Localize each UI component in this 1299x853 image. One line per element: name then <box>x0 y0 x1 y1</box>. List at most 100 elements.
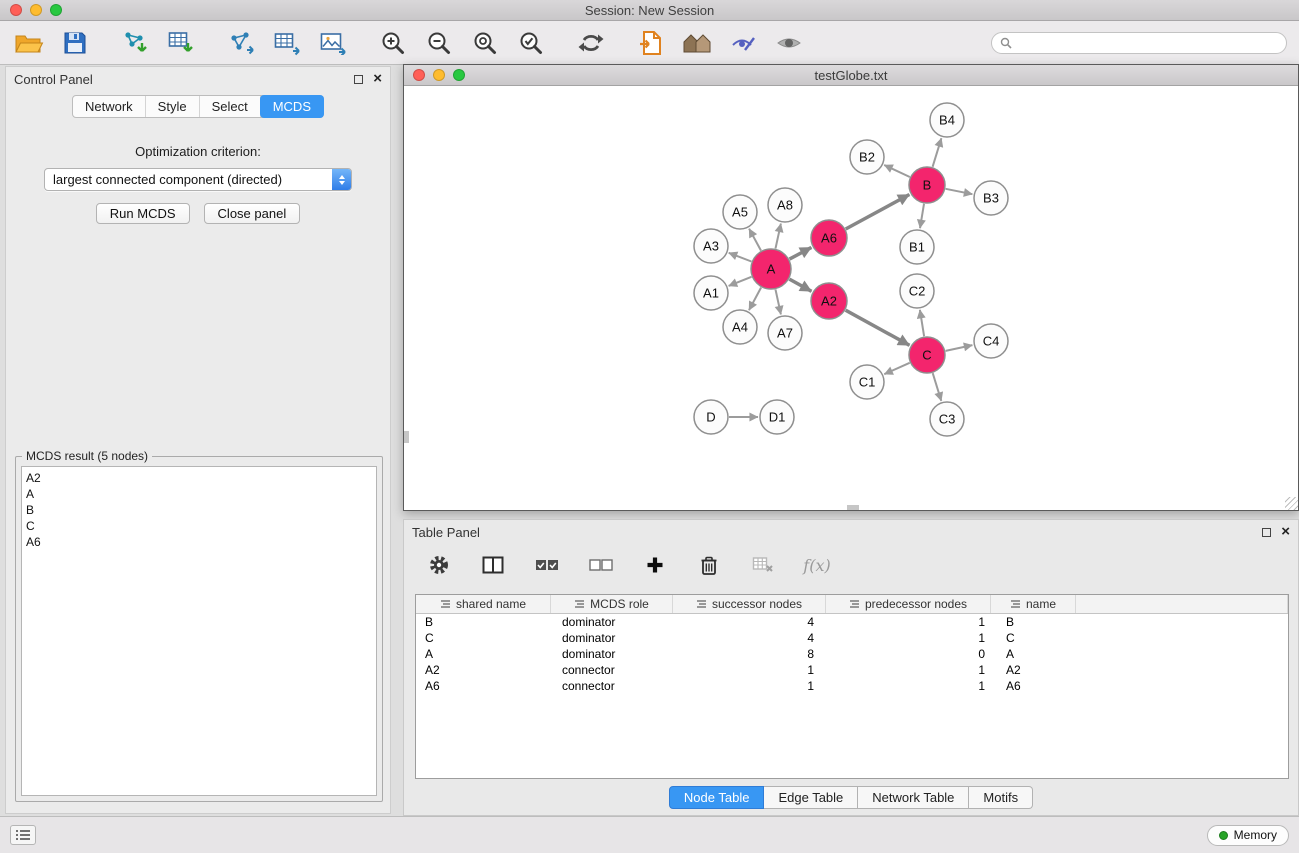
edge-A2-C[interactable] <box>846 310 910 345</box>
node-A1[interactable]: A1 <box>694 276 728 310</box>
table-row[interactable]: A2connector11A2 <box>416 662 1288 678</box>
edge-C-C1[interactable] <box>884 363 909 374</box>
node-A7[interactable]: A7 <box>768 316 802 350</box>
node-A8[interactable]: A8 <box>768 188 802 222</box>
network-overview-button[interactable] <box>680 27 714 59</box>
result-item[interactable]: B <box>26 502 372 518</box>
edge-A-A3[interactable] <box>729 253 752 262</box>
edge-B-B2[interactable] <box>884 165 910 177</box>
close-panel-icon[interactable]: × <box>373 74 382 84</box>
close-network-window-button[interactable] <box>413 69 425 81</box>
node-C2[interactable]: C2 <box>900 274 934 308</box>
select-all-columns-button[interactable] <box>530 549 564 581</box>
table-row[interactable]: Adominator80A <box>416 646 1288 662</box>
tab-edge-table[interactable]: Edge Table <box>764 786 858 809</box>
float-table-panel-icon[interactable] <box>1262 528 1271 537</box>
column-header-successor-nodes[interactable]: successor nodes <box>673 595 826 613</box>
table-row[interactable]: Bdominator41B <box>416 614 1288 630</box>
tab-motifs[interactable]: Motifs <box>969 786 1033 809</box>
import-network-button[interactable] <box>118 27 152 59</box>
node-A2[interactable]: A2 <box>811 283 847 319</box>
node-C4[interactable]: C4 <box>974 324 1008 358</box>
show-graphics-details-button[interactable] <box>726 27 760 59</box>
hide-graphics-details-button[interactable] <box>772 27 806 59</box>
zoom-network-window-button[interactable] <box>453 69 465 81</box>
result-item[interactable]: A2 <box>26 470 372 486</box>
tab-network-table[interactable]: Network Table <box>858 786 969 809</box>
open-session-button[interactable] <box>12 27 46 59</box>
tab-mcds[interactable]: MCDS <box>260 95 324 118</box>
result-item[interactable]: A6 <box>26 534 372 550</box>
node-A6[interactable]: A6 <box>811 220 847 256</box>
node-B[interactable]: B <box>909 167 945 203</box>
window-resize-grip[interactable] <box>1285 497 1298 510</box>
edge-A-A6[interactable] <box>790 247 812 259</box>
edge-C-C3[interactable] <box>933 373 942 401</box>
edge-B-B3[interactable] <box>946 189 973 194</box>
table-row[interactable]: Cdominator41C <box>416 630 1288 646</box>
save-session-button[interactable] <box>58 27 92 59</box>
export-table-button[interactable] <box>270 27 304 59</box>
show-columns-button[interactable] <box>476 549 510 581</box>
refresh-view-button[interactable] <box>574 27 608 59</box>
network-canvas[interactable]: B4B2BB3A5A8A6A3B1AA1C2A2A4A7C4CC1C3DD1 <box>404 86 1298 510</box>
run-mcds-button[interactable]: Run MCDS <box>96 203 190 224</box>
close-panel-button[interactable]: Close panel <box>204 203 301 224</box>
search-input[interactable] <box>1017 36 1278 50</box>
tab-select[interactable]: Select <box>200 96 261 117</box>
float-panel-icon[interactable] <box>354 75 363 84</box>
mcds-result-list[interactable]: A2ABCA6 <box>21 466 377 796</box>
node-D[interactable]: D <box>694 400 728 434</box>
delete-table-button[interactable] <box>746 549 780 581</box>
node-B2[interactable]: B2 <box>850 140 884 174</box>
column-header-mcds-role[interactable]: MCDS role <box>551 595 673 613</box>
edge-B-B1[interactable] <box>920 204 924 228</box>
optimization-criterion-dropdown[interactable]: largest connected component (directed) <box>44 168 352 191</box>
task-history-button[interactable] <box>10 825 36 845</box>
minimize-window-button[interactable] <box>30 4 42 16</box>
edge-B-B4[interactable] <box>933 138 942 167</box>
function-builder-button[interactable]: f(x) <box>800 549 834 581</box>
memory-button[interactable]: Memory <box>1207 825 1289 846</box>
node-D1[interactable]: D1 <box>760 400 794 434</box>
minimize-network-window-button[interactable] <box>433 69 445 81</box>
edge-A-A2[interactable] <box>789 279 811 291</box>
zoom-fit-button[interactable] <box>468 27 502 59</box>
table-row[interactable]: A6connector11A6 <box>416 678 1288 694</box>
edge-A-A8[interactable] <box>776 224 781 249</box>
zoom-out-button[interactable] <box>422 27 456 59</box>
edge-A-A4[interactable] <box>749 288 761 311</box>
zoom-window-button[interactable] <box>50 4 62 16</box>
delete-column-button[interactable] <box>692 549 726 581</box>
tab-network[interactable]: Network <box>73 96 146 117</box>
edge-A-A7[interactable] <box>776 290 781 315</box>
result-item[interactable]: A <box>26 486 372 502</box>
node-B1[interactable]: B1 <box>900 230 934 264</box>
deselect-all-columns-button[interactable] <box>584 549 618 581</box>
export-network-button[interactable] <box>224 27 258 59</box>
node-A4[interactable]: A4 <box>723 310 757 344</box>
add-column-button[interactable] <box>638 549 672 581</box>
node-C1[interactable]: C1 <box>850 365 884 399</box>
table-settings-button[interactable] <box>422 549 456 581</box>
tab-style[interactable]: Style <box>146 96 200 117</box>
tab-node-table[interactable]: Node Table <box>669 786 765 809</box>
edge-C-C4[interactable] <box>946 345 973 351</box>
edge-A-A1[interactable] <box>729 277 752 286</box>
node-A3[interactable]: A3 <box>694 229 728 263</box>
column-header-shared-name[interactable]: shared name <box>416 595 551 613</box>
zoom-selected-button[interactable] <box>514 27 548 59</box>
node-B4[interactable]: B4 <box>930 103 964 137</box>
column-header-predecessor-nodes[interactable]: predecessor nodes <box>826 595 991 613</box>
column-header-name[interactable]: name <box>991 595 1076 613</box>
node-C[interactable]: C <box>909 337 945 373</box>
zoom-in-button[interactable] <box>376 27 410 59</box>
node-C3[interactable]: C3 <box>930 402 964 436</box>
node-A5[interactable]: A5 <box>723 195 757 229</box>
node-A[interactable]: A <box>751 249 791 289</box>
export-image-button[interactable] <box>316 27 350 59</box>
result-item[interactable]: C <box>26 518 372 534</box>
edge-C-C2[interactable] <box>920 310 924 336</box>
open-document-button[interactable] <box>634 27 668 59</box>
edge-A6-B[interactable] <box>846 195 910 230</box>
